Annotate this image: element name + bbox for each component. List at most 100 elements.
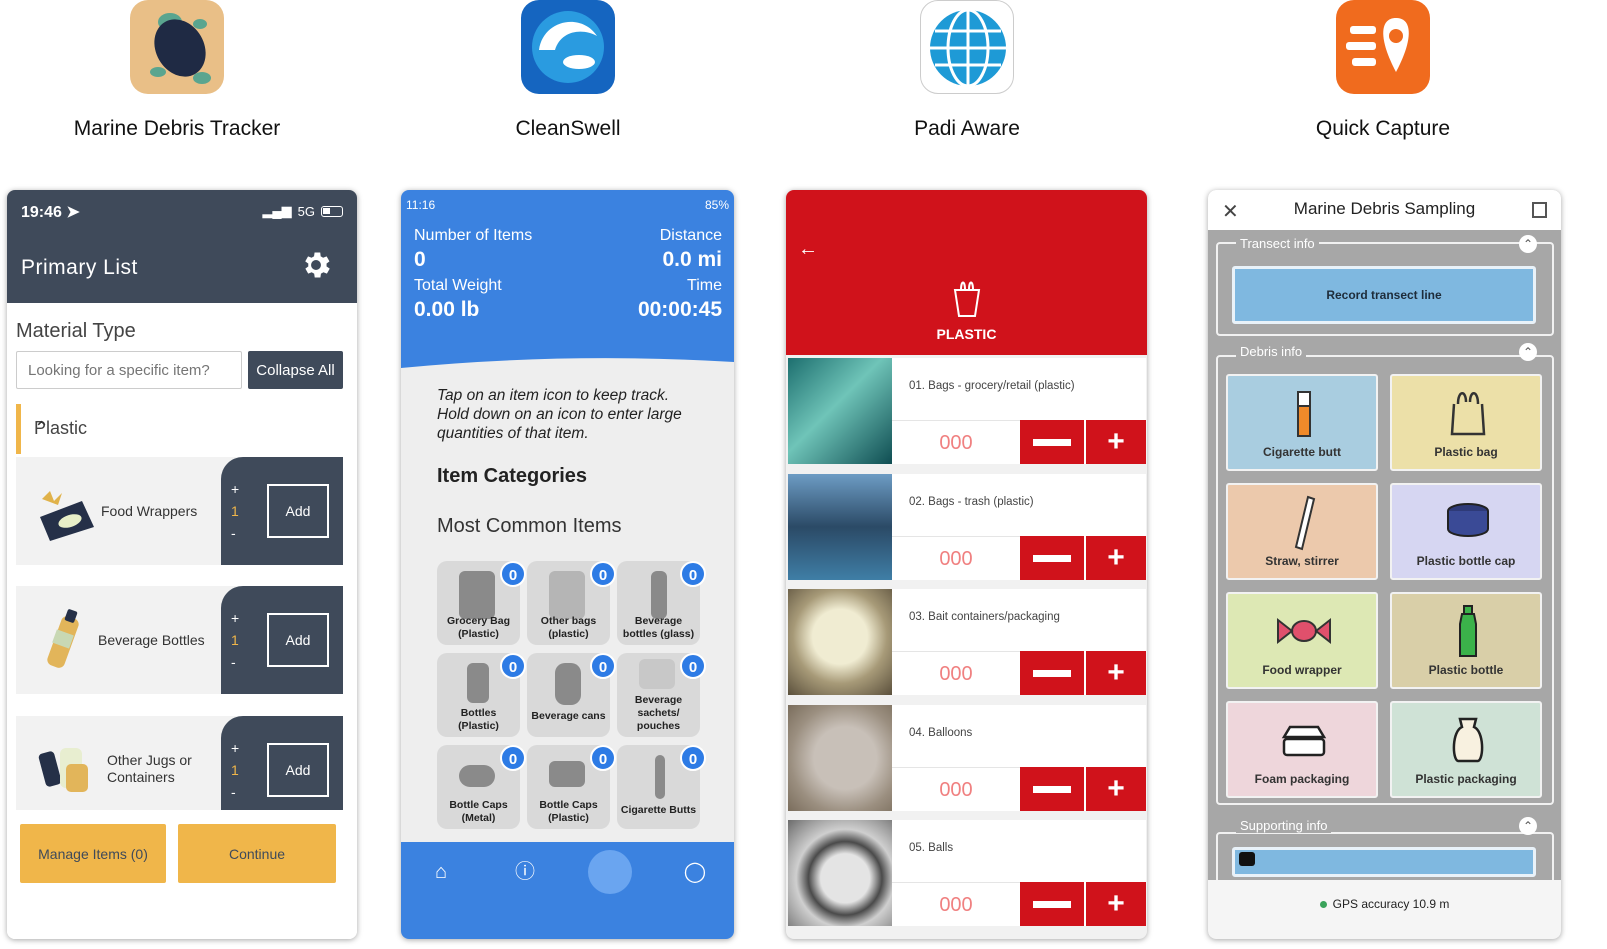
jug-container-icon (38, 748, 88, 792)
tile-label: Bottles (Plastic) (437, 707, 520, 733)
profile-icon[interactable]: ◯ (683, 860, 707, 884)
item-tile[interactable]: 0 Beverage sachets/pouches (617, 653, 706, 737)
stat-label: Number of Items (414, 227, 533, 244)
item-tile[interactable]: 0 Grocery Bag (Plastic) (437, 561, 526, 645)
collapse-all-button[interactable]: Collapse All (248, 351, 343, 389)
bottom-action-bar: Manage Items (0) Continue (7, 810, 357, 939)
collapse-icon[interactable]: ⌃ (1519, 343, 1537, 361)
item-count[interactable]: 000 (892, 882, 1020, 926)
increment-button[interactable]: + (1086, 767, 1146, 811)
tile-label-line: Bottle Caps (539, 799, 598, 811)
cleanswell-logo-icon (521, 0, 615, 94)
item-photo (788, 474, 892, 580)
section-heading: Transect info (1236, 236, 1319, 251)
list-item: Other Jugs or Containers + 1 - Add (16, 716, 343, 824)
back-arrow-icon[interactable]: ← (798, 238, 818, 261)
manage-items-button[interactable]: Manage Items (0) (20, 824, 166, 883)
debris-card[interactable]: Plastic bottle cap (1390, 483, 1542, 580)
add-item-icon[interactable] (588, 850, 632, 894)
add-button[interactable]: Add (267, 613, 329, 667)
most-common-heading: Most Common Items (437, 515, 622, 537)
instruction-line: Hold down on an icon to enter large (437, 406, 682, 423)
item-tile[interactable]: 0 Beverage bottles (glass) (617, 561, 706, 645)
item-label-line: Other Jugs or (107, 752, 192, 768)
item-tile[interactable]: 0 Other bags (plastic) (527, 561, 616, 645)
debris-card[interactable]: Cigarette butt (1226, 374, 1378, 471)
item-photo (788, 820, 892, 926)
decrement-button[interactable] (1020, 420, 1084, 464)
stat-value: 0.0 mi (662, 248, 722, 271)
plastic-bottle-icon (467, 663, 489, 703)
gps-text: GPS accuracy 10.9 m (1332, 897, 1450, 911)
battery-status: 85% (704, 198, 729, 212)
record-transect-button[interactable]: Record transect line (1232, 266, 1536, 324)
item-categories-heading[interactable]: Item Categories (437, 465, 587, 488)
decrement-button[interactable]: - (231, 654, 236, 670)
info-icon[interactable]: ⓘ (513, 860, 537, 884)
collapse-icon[interactable]: ⌃ (1519, 817, 1537, 835)
decrement-button[interactable] (1020, 882, 1084, 926)
app-name: Quick Capture (1315, 117, 1451, 140)
decrement-button[interactable]: - (231, 784, 236, 800)
camera-icon (1239, 852, 1255, 866)
tile-label-line: (Plastic) (458, 720, 499, 732)
decrement-button[interactable]: - (231, 525, 236, 541)
search-input[interactable] (16, 351, 242, 389)
item-row: 03. Bait containers/packaging 000 + (788, 589, 1146, 695)
tile-label-line: Bottle Caps (449, 799, 508, 811)
debris-card[interactable]: Straw, stirrer (1226, 483, 1378, 580)
decrement-button[interactable] (1020, 536, 1084, 580)
item-count[interactable]: 000 (892, 536, 1020, 580)
decrement-button[interactable] (1020, 651, 1084, 695)
tile-label-line: Bottles (460, 707, 497, 719)
increment-button[interactable]: + (1086, 420, 1146, 464)
tile-label-line: bottles (glass) (622, 628, 695, 640)
increment-button[interactable]: + (1086, 651, 1146, 695)
section-heading: Material Type (16, 320, 136, 342)
item-tile[interactable]: 0 Bottle Caps (Plastic) (527, 745, 616, 829)
debris-card[interactable]: Food wrapper (1226, 592, 1378, 689)
increment-button[interactable]: + (231, 481, 239, 497)
gear-icon[interactable] (299, 248, 333, 282)
add-button[interactable]: Add (267, 743, 329, 797)
debris-card[interactable]: Plastic bottle (1390, 592, 1542, 689)
home-icon[interactable]: ⌂ (429, 860, 453, 884)
item-tile[interactable]: 0 Beverage cans (527, 653, 616, 737)
item-tile[interactable]: 0 Bottles (Plastic) (437, 653, 526, 737)
item-controls: + 1 - Add (221, 716, 343, 824)
item-photo (788, 358, 892, 464)
increment-button[interactable]: + (231, 740, 239, 756)
glass-bottle-icon (651, 571, 667, 619)
increment-button[interactable]: + (1086, 536, 1146, 580)
list-item: Food Wrappers + 1 - Add (16, 457, 343, 565)
item-count[interactable]: 000 (892, 651, 1020, 695)
item-count[interactable]: 000 (892, 420, 1020, 464)
quick-capture-logo-icon (1336, 0, 1430, 94)
debris-card[interactable]: Foam packaging (1226, 701, 1378, 798)
category-plastic[interactable]: Plastic ⌃ (16, 404, 343, 454)
debris-card[interactable]: Plastic bag (1390, 374, 1542, 471)
increment-button[interactable]: + (1086, 882, 1146, 926)
item-tile[interactable]: 0 Cigarette Butts (617, 745, 706, 829)
item-count: 1 (231, 503, 239, 519)
collapse-icon[interactable]: ⌃ (1519, 235, 1537, 253)
item-label: 05. Balls (909, 842, 954, 854)
section-heading: Supporting info (1236, 818, 1332, 833)
item-label: Food Wrappers (101, 503, 198, 519)
item-label-line: Containers (107, 769, 175, 785)
item-label: Other Jugs or Containers (107, 752, 192, 786)
tile-label: Cigarette Butts (617, 804, 700, 817)
signal-icon: ▂▄▆ (262, 203, 292, 218)
add-button[interactable]: Add (267, 484, 329, 538)
continue-button[interactable]: Continue (178, 824, 336, 883)
increment-button[interactable]: + (231, 610, 239, 626)
camera-input[interactable] (1232, 847, 1536, 877)
tile-label-line: Beverage cans (531, 710, 606, 722)
decrement-button[interactable] (1020, 767, 1084, 811)
item-row: 02. Bags - trash (plastic) 000 + (788, 474, 1146, 580)
gps-status: GPS accuracy 10.9 m (1208, 897, 1561, 911)
item-count[interactable]: 000 (892, 767, 1020, 811)
debris-card[interactable]: Plastic packaging (1390, 701, 1542, 798)
map-icon[interactable] (1532, 202, 1547, 218)
item-tile[interactable]: 0 Bottle Caps (Metal) (437, 745, 526, 829)
